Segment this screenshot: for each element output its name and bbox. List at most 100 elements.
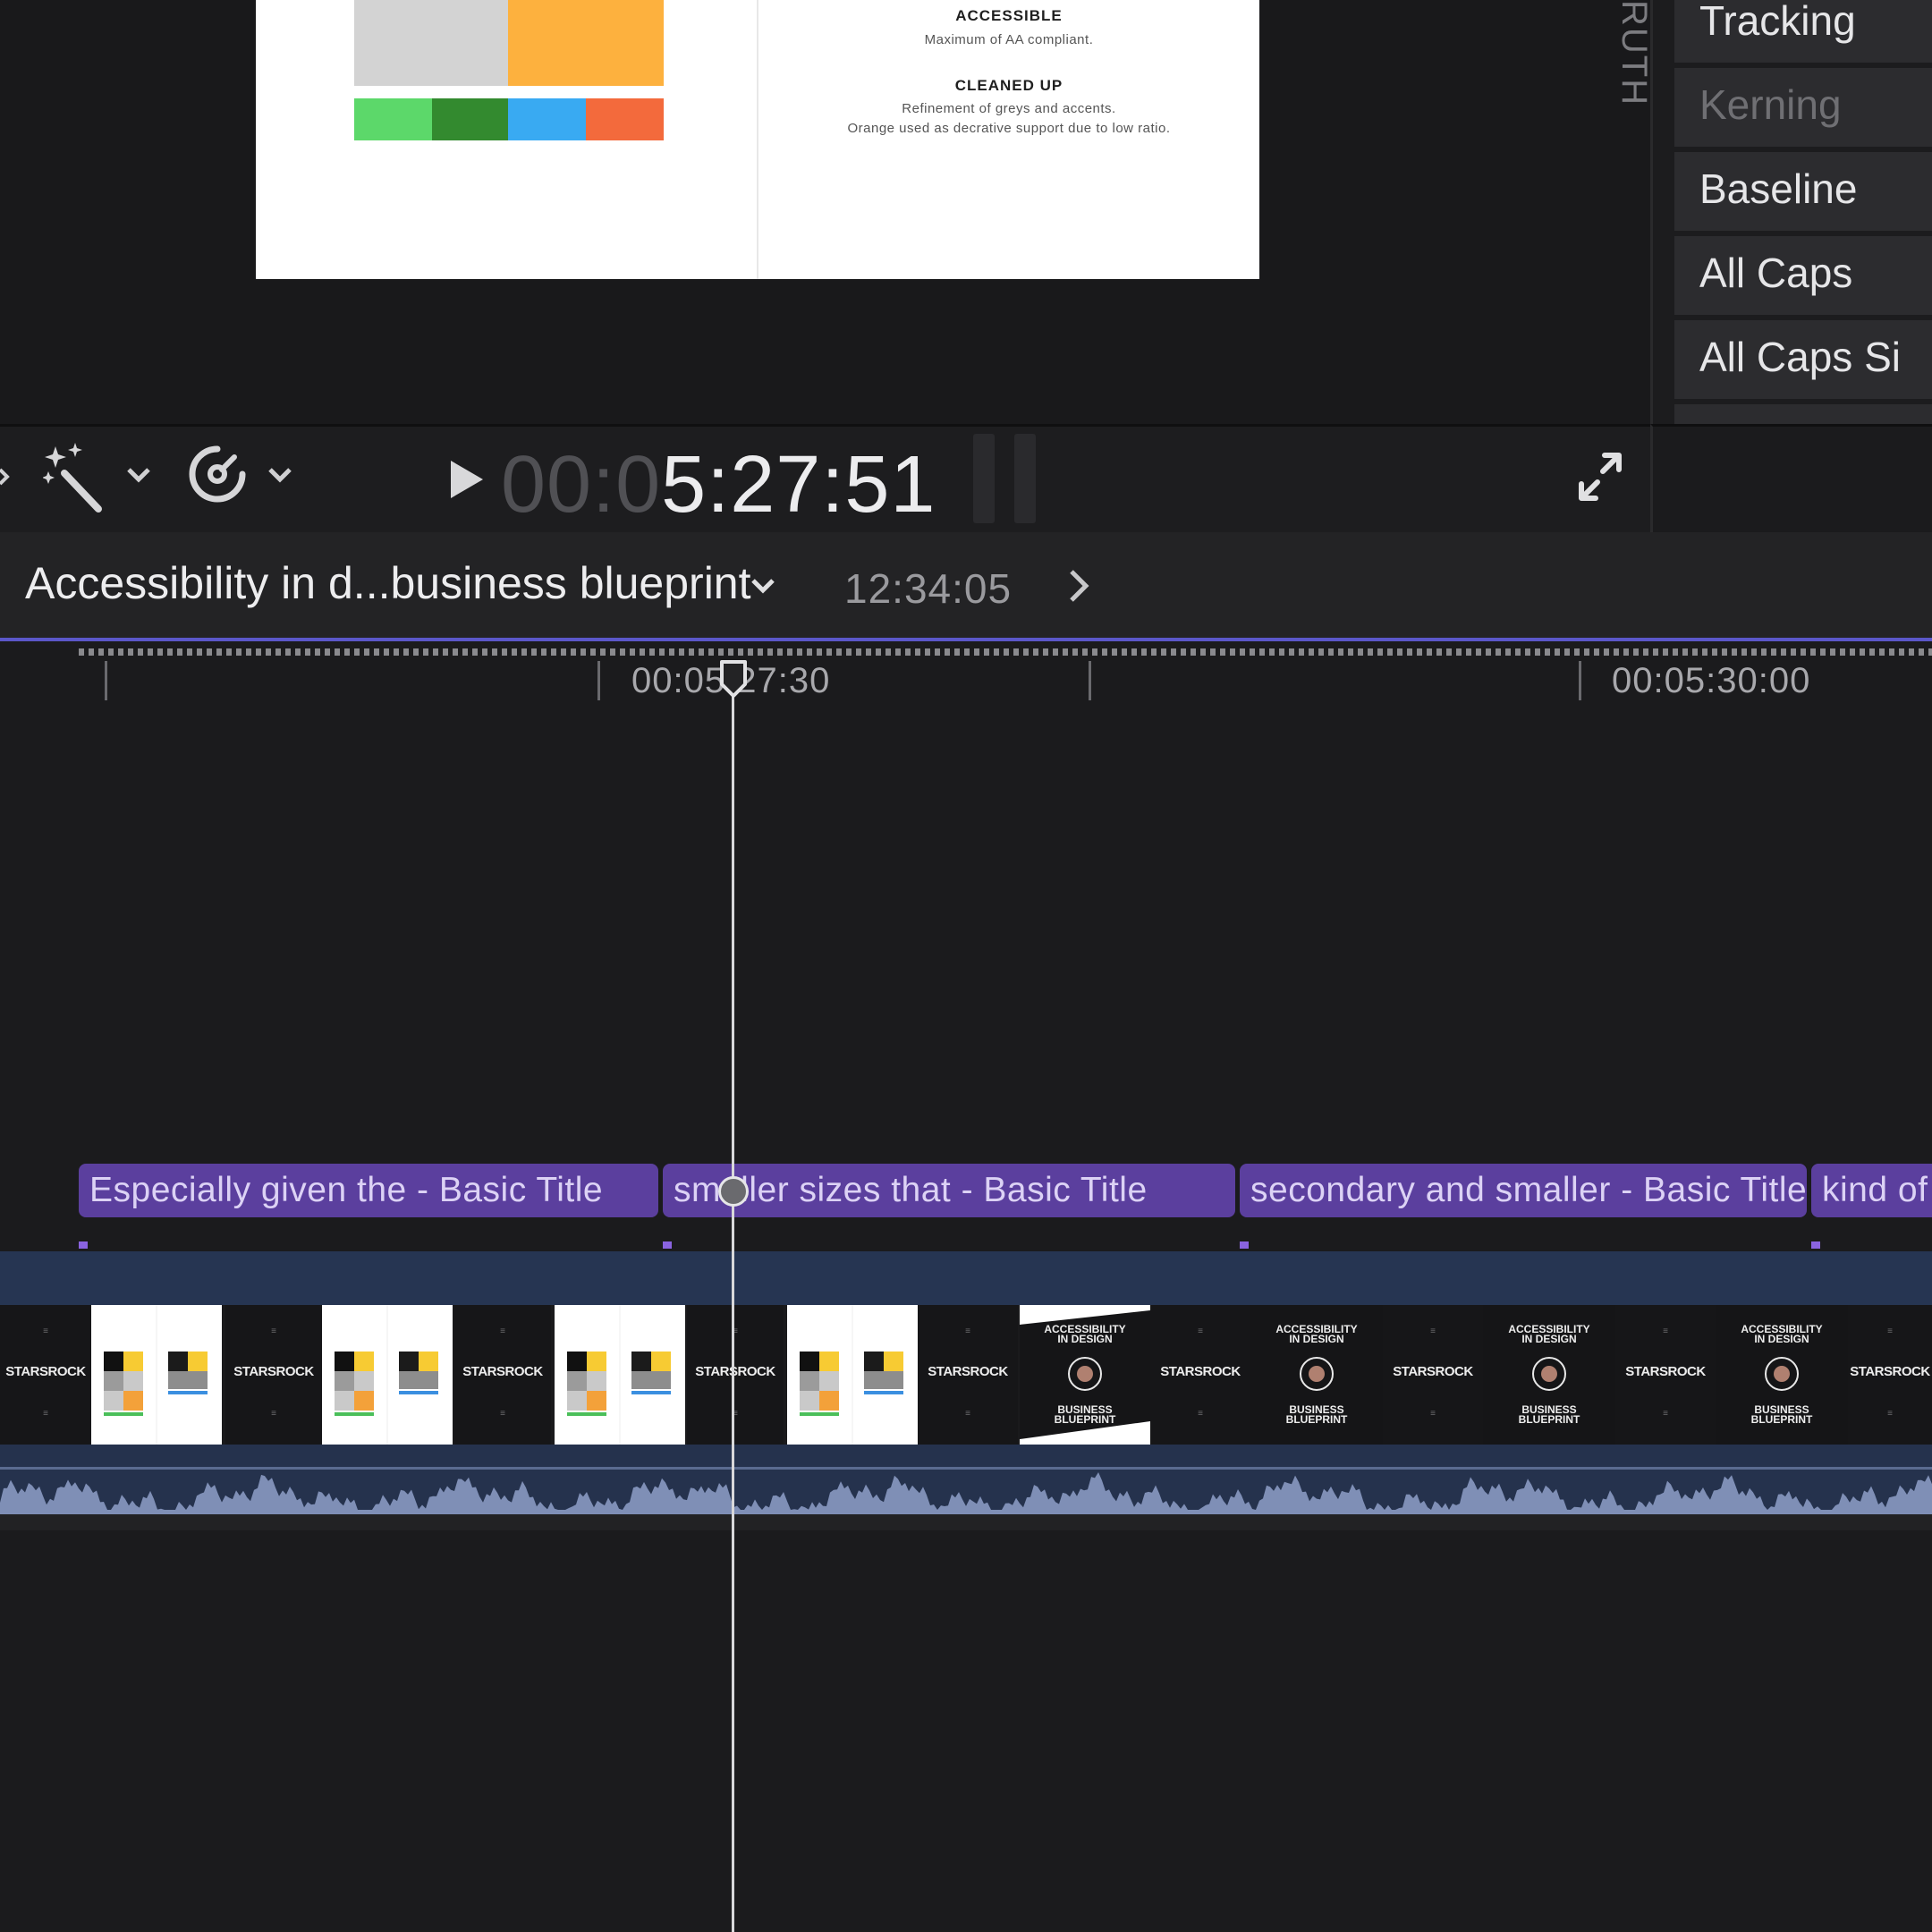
filmstrip-frame: ≡ STARSROCK ≡ [454,1305,551,1445]
playhead-handle[interactable] [719,659,748,699]
filmstrip-frame: ≡ STARSROCK ≡ [1383,1305,1483,1445]
fullscreen-icon[interactable] [1578,452,1623,502]
audio-meter-left [973,434,995,523]
inspector-label: Kerning [1699,81,1842,128]
video-clip-band[interactable] [0,1251,1932,1305]
viewer-transport-bar: 00:05:27:51 [0,424,1650,535]
magic-wand-icon[interactable] [43,443,106,514]
timecode-bright: 5:27:51 [661,440,936,530]
inspector-footer [1650,424,1932,535]
timeline-header: Accessibility in d...business blueprint … [0,532,1932,638]
inspector-row-all-caps[interactable]: All Caps [1674,236,1932,320]
frame-brand: STARSROCK [695,1364,775,1379]
title-clip-label: Especially given the - Basic Title [89,1171,604,1209]
frame-title-line: BLUEPRINT [1750,1413,1813,1426]
chevron-right-icon[interactable] [1068,568,1089,604]
clip-connection-marker [79,1241,88,1249]
timeline-storyline-end [0,1514,1932,1530]
filmstrip-frame: ≡ STARSROCK ≡ [1848,1305,1932,1445]
filmstrip-frame: ≡ STARSROCK ≡ [0,1305,91,1445]
title-clip[interactable]: Especially given the - Basic Title [79,1164,658,1217]
chevron-down-icon[interactable] [125,462,152,489]
swatch-green [354,98,432,140]
filmstrip-frame [787,1305,918,1445]
title-clip-label: kind of [1822,1171,1928,1209]
filmstrip-frame [322,1305,453,1445]
ruler-tick [1089,661,1091,700]
chevron-down-icon[interactable] [0,464,18,491]
swatch-blue [508,98,586,140]
frame-title-line: IN DESIGN [1289,1333,1344,1345]
inspector-row-baseline[interactable]: Baseline [1674,152,1932,236]
title-clip[interactable]: secondary and smaller - Basic Title [1240,1164,1807,1217]
ruler-dots [79,648,1932,656]
frame-title-line: BLUEPRINT [1054,1413,1116,1426]
slide-subtext-2a: Refinement of greys and accents. [902,101,1116,116]
video-filmstrip[interactable]: ≡ STARSROCK ≡ ≡ STARSROCK ≡ ≡ STARSROCK ≡ ≡ STA… [0,1305,1932,1445]
ruler-tick [105,661,107,700]
swatch-grey [354,0,508,86]
slide-subtext-1: Maximum of AA compliant. [924,32,1094,47]
frame-brand: STARSROCK [1625,1364,1706,1379]
frame-brand: STARSROCK [1160,1364,1241,1379]
filmstrip-frame: ACCESSIBILITY IN DESIGN BUSINESS BLUEPRI… [1716,1305,1848,1445]
frame-title-line: BLUEPRINT [1518,1413,1580,1426]
viewer-side-text: RUTH [1614,0,1654,107]
avatar [1532,1357,1566,1391]
title-clip-label: secondary and smaller - Basic Title [1250,1171,1807,1209]
project-title[interactable]: Accessibility in d...business blueprint [25,557,751,609]
slide-subtext-2b: Orange used as decrative support due to … [847,121,1171,136]
avatar [1765,1357,1799,1391]
title-clip[interactable]: kind of [1811,1164,1932,1217]
frame-title-line: IN DESIGN [1754,1333,1809,1345]
ruler-tick [1579,661,1581,700]
filmstrip-transition-frame: ACCESSIBILITY IN DESIGN BUSINESS BLUEPRI… [1020,1305,1150,1445]
title-clip[interactable]: smaller sizes that - Basic Title [663,1164,1235,1217]
ruler-tick [597,661,600,700]
skimmer-dot[interactable] [718,1176,749,1207]
inspector-row-all-caps-size[interactable]: All Caps Si [1674,320,1932,404]
frame-brand: STARSROCK [1850,1364,1930,1379]
chevron-down-icon[interactable] [267,462,293,489]
clip-connection-marker [1811,1241,1820,1249]
audio-meter-right [1014,434,1036,523]
frame-brand: STARSROCK [462,1364,543,1379]
filmstrip-frame: ≡ STARSROCK ≡ [1150,1305,1250,1445]
inspector-row-tracking[interactable]: Tracking [1674,0,1932,68]
clip-connection-marker [663,1241,672,1249]
viewer: ACCESSIBLE Maximum of AA compliant. CLEA… [0,0,1654,424]
frame-title-line: IN DESIGN [1521,1333,1577,1345]
chevron-down-icon[interactable] [750,573,776,600]
timeline-ruler[interactable]: 00:05:27:30 00:05:30:00 [0,641,1932,713]
frame-title-line: BLUEPRINT [1285,1413,1348,1426]
speed-gauge-icon[interactable] [188,445,247,504]
inspector-label: All Caps [1699,250,1853,296]
filmstrip-frame [91,1305,222,1445]
frame-brand: STARSROCK [233,1364,314,1379]
swatch-orange [508,0,664,86]
ruler-label: 00:05:30:00 [1612,661,1811,700]
text-inspector: Tracking Kerning Baseline All Caps All C… [1650,0,1932,488]
filmstrip-frame: ≡ STARSROCK ≡ [918,1305,1018,1445]
frame-title-line: IN DESIGN [1057,1333,1113,1345]
avatar [1300,1357,1334,1391]
inspector-label: Baseline [1699,165,1858,212]
slide-preview: ACCESSIBLE Maximum of AA compliant. CLEA… [256,0,1259,279]
frame-brand: STARSROCK [928,1364,1008,1379]
frame-brand: STARSROCK [1393,1364,1473,1379]
filmstrip-frame: ≡ STARSROCK ≡ [225,1305,322,1445]
swatch-red-orange [586,98,664,140]
slide-heading-accessible: ACCESSIBLE [955,7,1063,24]
inspector-label: Tracking [1699,0,1856,44]
swatch-dark-green [432,98,508,140]
slide-heading-cleaned-up: CLEANED UP [954,77,1063,94]
timecode-display[interactable]: 00:05:27:51 [501,439,936,531]
timecode-dim: 00:0 [501,440,662,530]
filmstrip-frame: ACCESSIBILITY IN DESIGN BUSINESS BLUEPRI… [1483,1305,1615,1445]
filmstrip-frame: ≡ STARSROCK ≡ [687,1305,784,1445]
inspector-row-kerning[interactable]: Kerning [1674,68,1932,152]
playhead[interactable] [732,664,734,1932]
play-icon[interactable] [449,459,485,500]
filmstrip-frame: ≡ STARSROCK ≡ [1615,1305,1716,1445]
frame-brand: STARSROCK [5,1364,86,1379]
